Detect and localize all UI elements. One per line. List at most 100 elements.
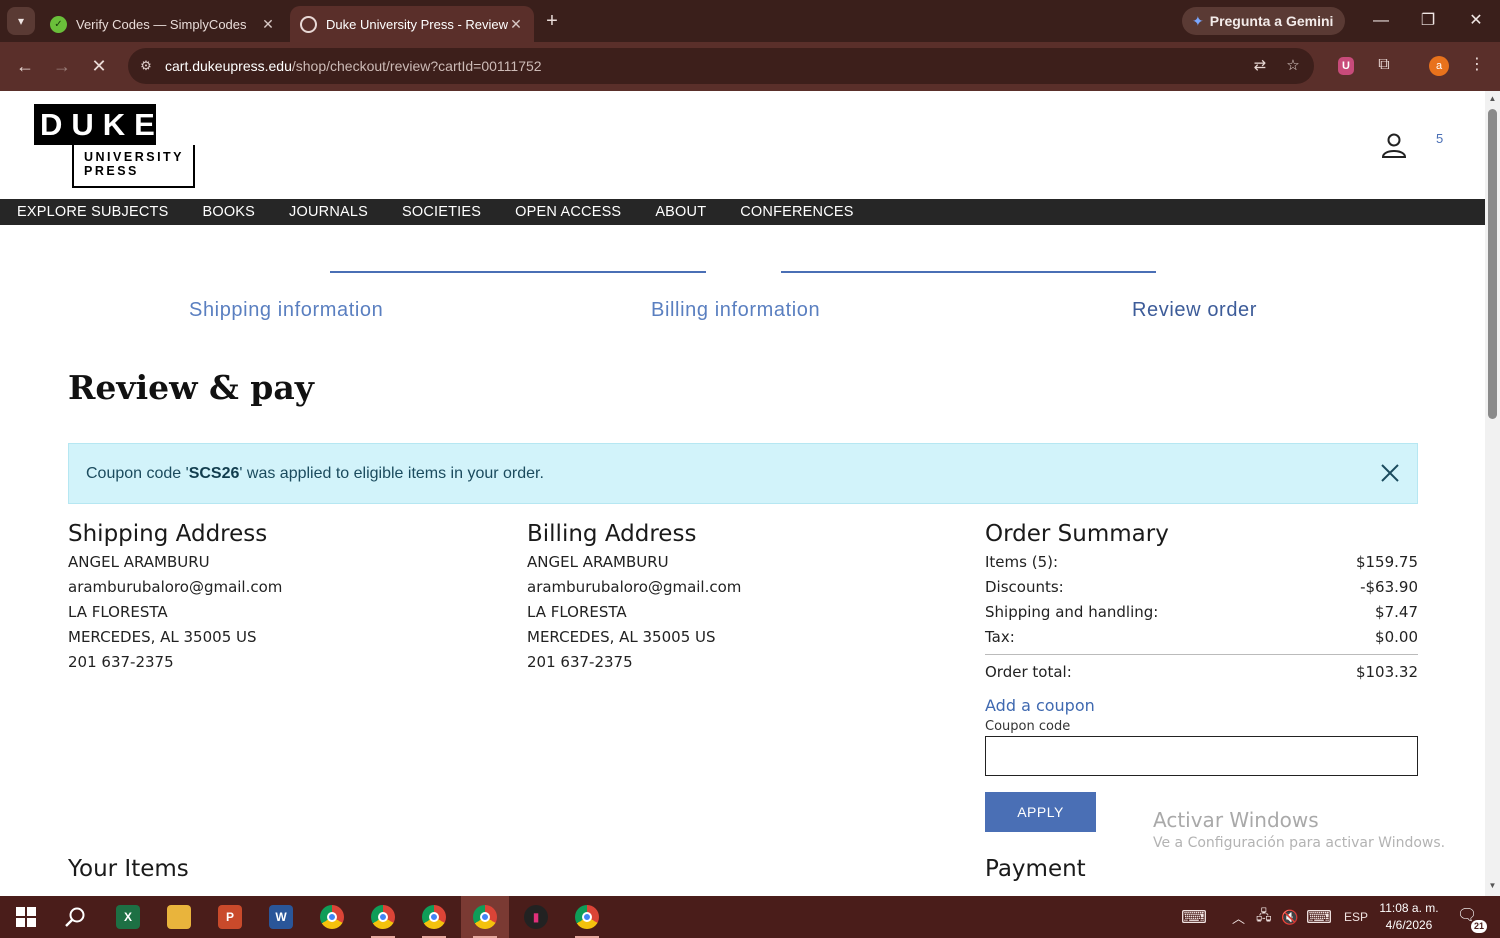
folder-icon <box>167 905 191 929</box>
nav-societies[interactable]: SOCIETIES <box>402 204 481 220</box>
alert-prefix: Coupon code ' <box>86 464 189 482</box>
taskbar-file-explorer[interactable] <box>155 896 203 938</box>
taskbar-clock[interactable]: 11:08 a. m. 4/6/2026 <box>1371 900 1447 934</box>
taskbar-word[interactable]: W <box>257 896 305 938</box>
browser-tab-strip: ▾ ✓ Verify Codes — SimplyCodes ✕ Duke Un… <box>0 0 1500 42</box>
tab-duke-press[interactable]: Duke University Press - Review ✕ <box>290 6 534 42</box>
forward-arrow-icon[interactable]: → <box>48 52 76 80</box>
taskbar-search-button[interactable] <box>51 896 99 938</box>
touch-keyboard-icon[interactable]: ⌨ <box>1306 896 1332 938</box>
billing-line2: MERCEDES, AL 35005 US <box>527 628 716 646</box>
shipping-name: ANGEL ARAMBURU <box>68 553 210 571</box>
taskbar-chrome-3[interactable] <box>410 896 458 938</box>
summary-divider <box>985 654 1418 655</box>
taskbar-chrome-2[interactable] <box>359 896 407 938</box>
account-user-icon[interactable] <box>1380 131 1408 159</box>
coupon-applied-alert: Coupon code 'SCS26' was applied to eligi… <box>68 443 1418 504</box>
billing-phone: 201 637-2375 <box>527 653 633 671</box>
cart-count-badge[interactable]: 5 <box>1436 131 1443 146</box>
summary-items-row: Items (5): $159.75 <box>985 553 1418 571</box>
stop-loading-icon[interactable]: ✕ <box>85 52 113 80</box>
scroll-down-icon[interactable]: ▼ <box>1488 881 1497 890</box>
taskbar-excel[interactable]: X <box>104 896 152 938</box>
extension-shield-icon[interactable]: U <box>1335 54 1357 76</box>
taskbar-chrome-5[interactable] <box>563 896 611 938</box>
scrollbar-thumb[interactable] <box>1488 109 1497 419</box>
close-tab-icon[interactable]: ✕ <box>508 16 524 33</box>
minimize-window-button[interactable]: — <box>1361 7 1401 35</box>
chrome-profile-icon <box>422 905 446 929</box>
word-icon: W <box>269 905 293 929</box>
taskbar-powerpoint[interactable]: P <box>206 896 254 938</box>
site-info-icon[interactable]: ⚙ <box>136 58 156 74</box>
main-nav: EXPLORE SUBJECTS BOOKS JOURNALS SOCIETIE… <box>0 199 1485 225</box>
bookmark-star-icon[interactable]: ☆ <box>1283 56 1303 76</box>
keyboard-layout-icon[interactable]: ⌨ <box>1181 896 1207 938</box>
notification-count-badge: 21 <box>1470 920 1487 933</box>
network-icon[interactable]: 🖧 <box>1256 896 1272 938</box>
coupon-code-input[interactable] <box>985 736 1418 776</box>
summary-shipping-row: Shipping and handling: $7.47 <box>985 603 1418 621</box>
shipping-line1: LA FLORESTA <box>68 603 168 621</box>
search-icon <box>65 907 85 927</box>
url-path: /shop/checkout/review?cartId=00111752 <box>291 58 542 74</box>
gemini-button[interactable]: ✦ Pregunta a Gemini <box>1182 7 1346 35</box>
summary-tax-row: Tax: $0.00 <box>985 628 1418 646</box>
simplycodes-favicon-icon: ✓ <box>50 15 67 33</box>
alert-message: Coupon code 'SCS26' was applied to eligi… <box>86 465 544 483</box>
address-bar[interactable]: ⚙ cart.dukeupress.edu/shop/checkout/revi… <box>128 48 1314 84</box>
extensions-puzzle-icon[interactable]: ⧉ <box>1373 54 1395 76</box>
gemini-label: Pregunta a Gemini <box>1209 13 1334 29</box>
nav-explore-subjects[interactable]: EXPLORE SUBJECTS <box>17 204 168 220</box>
summary-discounts-label: Discounts: <box>985 578 1064 596</box>
step-billing-information[interactable]: Billing information <box>651 299 820 322</box>
chrome-profile-icon <box>371 905 395 929</box>
billing-name: ANGEL ARAMBURU <box>527 553 669 571</box>
logo-line-university: UNIVERSITY <box>84 150 185 164</box>
profile-avatar[interactable]: a <box>1429 56 1449 76</box>
tab-title: Verify Codes — SimplyCodes <box>76 16 247 32</box>
summary-discounts-value: -$63.90 <box>1360 578 1418 596</box>
apply-coupon-button[interactable]: APPLY <box>985 792 1096 832</box>
nav-open-access[interactable]: OPEN ACCESS <box>515 204 621 220</box>
billing-line1: LA FLORESTA <box>527 603 627 621</box>
step-shipping-information[interactable]: Shipping information <box>189 299 383 322</box>
tab-simplycodes[interactable]: ✓ Verify Codes — SimplyCodes ✕ <box>40 6 286 42</box>
step-review-order: Review order <box>1132 299 1258 321</box>
windows-logo-icon <box>16 907 36 927</box>
windows-start-button[interactable] <box>2 896 50 938</box>
duke-press-logo[interactable]: DUKE UNIVERSITY PRESS <box>34 104 195 188</box>
nav-journals[interactable]: JOURNALS <box>289 204 368 220</box>
add-coupon-link[interactable]: Add a coupon <box>985 696 1095 715</box>
restore-window-button[interactable]: ❐ <box>1408 7 1448 35</box>
nav-about[interactable]: ABOUT <box>655 204 706 220</box>
url-host: cart.dukeupress.edu <box>165 58 292 74</box>
close-window-button[interactable]: ✕ <box>1456 7 1496 35</box>
nav-books[interactable]: BOOKS <box>202 204 255 220</box>
hidden-icons-chevron-icon[interactable]: ︿ <box>1232 896 1245 938</box>
taskbar-chrome-4[interactable] <box>461 896 509 938</box>
step-connector-1 <box>330 271 706 273</box>
translate-icon[interactable]: ⇄ <box>1250 56 1270 76</box>
billing-email: aramburubaloro@gmail.com <box>527 578 742 596</box>
logo-duke-text: DUKE <box>34 104 156 145</box>
chrome-profile-icon <box>575 905 599 929</box>
volume-muted-icon[interactable]: 🔇 <box>1281 896 1298 938</box>
tab-search-button[interactable]: ▾ <box>7 7 35 35</box>
logo-subtitle: UNIVERSITY PRESS <box>72 145 195 188</box>
notification-center-button[interactable]: 🗨 21 <box>1457 905 1487 933</box>
close-icon[interactable] <box>1379 462 1401 484</box>
close-tab-icon[interactable]: ✕ <box>260 16 276 33</box>
back-arrow-icon[interactable]: ← <box>11 52 39 80</box>
language-indicator[interactable]: ESP <box>1344 896 1368 938</box>
taskbar-chrome-1[interactable] <box>308 896 356 938</box>
summary-shipping-label: Shipping and handling: <box>985 603 1159 621</box>
new-tab-button[interactable]: + <box>540 9 564 33</box>
chrome-profile-icon <box>473 905 497 929</box>
taskbar-app-dark[interactable]: ▮ <box>512 896 560 938</box>
summary-total-row: Order total: $103.32 <box>985 663 1418 681</box>
scroll-up-icon[interactable]: ▲ <box>1488 94 1497 103</box>
nav-conferences[interactable]: CONFERENCES <box>740 204 853 220</box>
page-scrollbar[interactable]: ▲ ▼ <box>1485 91 1500 896</box>
kebab-menu-icon[interactable]: ⋮ <box>1466 54 1488 76</box>
